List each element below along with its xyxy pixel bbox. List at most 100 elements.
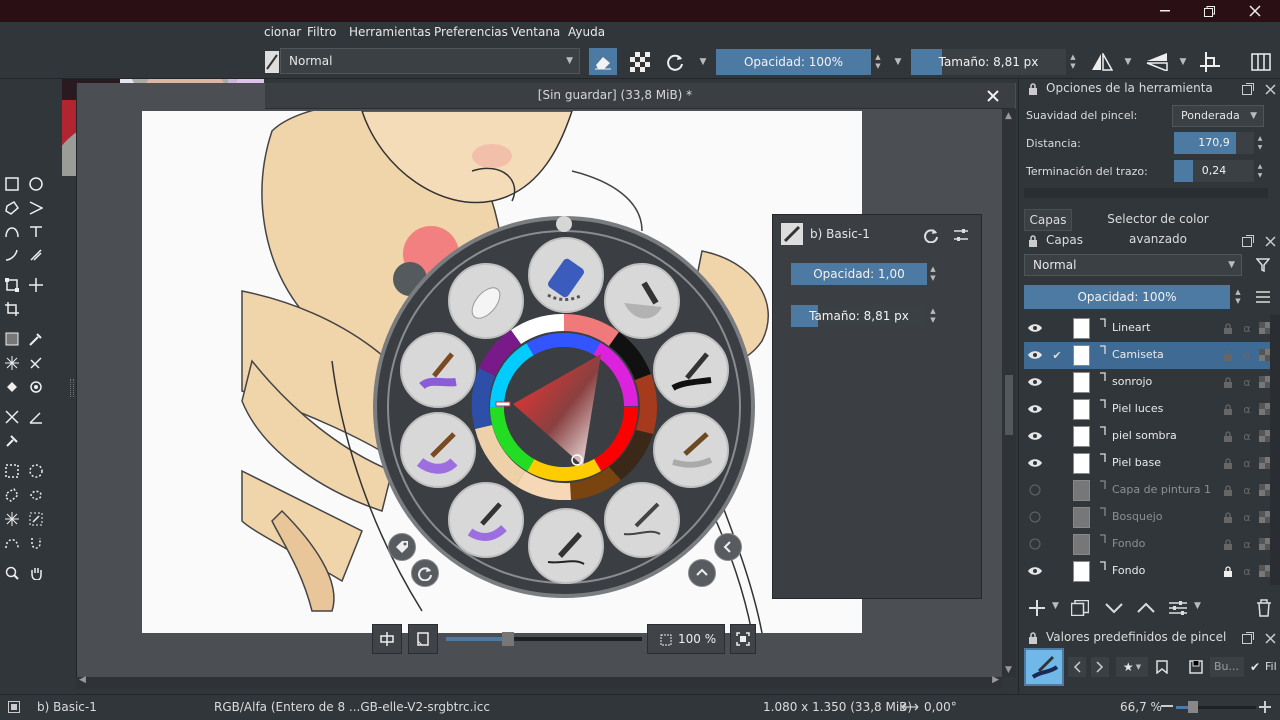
toolbox-splitter[interactable] xyxy=(70,379,74,397)
zoom-out-icon[interactable] xyxy=(1160,699,1174,715)
ellipse-tool-icon[interactable] xyxy=(26,174,46,194)
horizontal-scrollbar[interactable]: ◀ ▶ xyxy=(76,675,1002,689)
layer-lock-icon[interactable] xyxy=(1222,322,1234,334)
layer-select-checkbox[interactable] xyxy=(1050,374,1064,390)
layers-scrollbar[interactable] xyxy=(1270,315,1280,585)
visibility-eye-icon[interactable] xyxy=(1026,563,1044,579)
layer-lock-icon[interactable] xyxy=(1222,484,1234,496)
distance-spin-icon[interactable]: ▲ ▼ xyxy=(1255,132,1265,154)
presets-close-icon[interactable] xyxy=(1262,630,1278,646)
preset-favorite-icon[interactable]: ★ ▼ xyxy=(1116,657,1148,677)
rectangle-tool-icon[interactable] xyxy=(2,174,22,194)
zoom-slider[interactable] xyxy=(446,637,642,641)
preset-fountain-pen-icon[interactable] xyxy=(528,508,604,584)
preset-pencil-icon[interactable] xyxy=(653,412,729,488)
delete-layer-icon[interactable] xyxy=(1252,597,1276,619)
mirror-canvas-icon[interactable] xyxy=(372,624,402,654)
close-document-icon[interactable] xyxy=(983,87,1003,105)
layer-select-checkbox[interactable] xyxy=(1050,320,1064,336)
move-layer-down-icon[interactable] xyxy=(1102,597,1126,619)
preset-prev-icon[interactable] xyxy=(1068,657,1086,677)
layer-opacity-spin-icon[interactable]: ▲ ▼ xyxy=(1232,285,1244,309)
visibility-eye-icon[interactable] xyxy=(1026,320,1044,336)
transform-tool-icon[interactable] xyxy=(2,275,22,295)
layers-menu-icon[interactable] xyxy=(1252,287,1274,307)
zoom-tool-icon[interactable] xyxy=(2,563,22,583)
layer-select-checkbox[interactable] xyxy=(1050,401,1064,417)
size-slider[interactable]: Tamaño: 8,81 px xyxy=(911,49,1066,75)
contiguous-select-tool-icon[interactable] xyxy=(2,509,22,529)
vertical-scrollbar[interactable]: ▲ ▼ xyxy=(1002,109,1016,677)
preset-filter-checkbox[interactable]: ✔ xyxy=(1248,657,1262,677)
close-icon[interactable] xyxy=(1232,0,1278,22)
restore-icon[interactable] xyxy=(1186,0,1232,22)
layer-row[interactable]: Piel base α xyxy=(1024,450,1280,477)
tab-advanced-color-selector[interactable]: Selector de color avanzado xyxy=(1080,209,1236,246)
visibility-eye-icon[interactable] xyxy=(1026,401,1044,417)
bezier-tool-icon[interactable] xyxy=(2,221,22,241)
palette-expand-icon[interactable] xyxy=(688,559,716,587)
fill-similar-tool-icon[interactable] xyxy=(26,377,46,397)
layer-properties-icon[interactable] xyxy=(1166,597,1190,619)
hud-size-spin-icon[interactable]: ▲ ▼ xyxy=(927,305,939,327)
move-tool-icon[interactable] xyxy=(26,275,46,295)
minimize-icon[interactable] xyxy=(1142,0,1188,22)
visibility-off-icon[interactable] xyxy=(1026,482,1044,498)
alpha-lock-icon[interactable] xyxy=(626,48,654,75)
stroke-ending-slider[interactable]: 0,24 xyxy=(1174,160,1254,182)
layer-row[interactable]: Lineart α xyxy=(1024,315,1280,342)
mirror-vertical-icon[interactable] xyxy=(1145,48,1169,75)
mirror-h-dropdown-icon[interactable]: ▼ xyxy=(1121,48,1135,75)
presets-float-icon[interactable] xyxy=(1240,630,1256,646)
measure-tool-icon[interactable] xyxy=(2,407,22,427)
opacity-slider[interactable]: Opacidad: 100% xyxy=(716,49,871,75)
alpha-inherit-icon[interactable]: α xyxy=(1240,455,1254,471)
layers-lock-icon[interactable] xyxy=(1026,234,1040,248)
alpha-inherit-icon[interactable]: α xyxy=(1240,482,1254,498)
layer-lock-icon[interactable] xyxy=(1222,403,1234,415)
layers-float-icon[interactable] xyxy=(1240,233,1256,249)
hud-opacity-slider[interactable]: Opacidad: 1,00 xyxy=(791,263,927,285)
visibility-off-icon[interactable] xyxy=(1026,509,1044,525)
wrap-around-icon[interactable] xyxy=(1198,48,1222,75)
alpha-inherit-icon[interactable]: α xyxy=(1240,320,1254,336)
layer-lock-icon[interactable] xyxy=(1222,349,1234,361)
layer-blend-mode-select[interactable]: Normal ▼ xyxy=(1024,254,1242,276)
preset-next-icon[interactable] xyxy=(1091,657,1109,677)
zoom-to-fit-icon[interactable] xyxy=(730,624,756,654)
fill-tool-icon[interactable] xyxy=(2,377,22,397)
magnetic-select-tool-icon[interactable] xyxy=(26,533,46,553)
menu-tools[interactable]: Herramientas xyxy=(349,25,431,39)
add-layer-icon[interactable] xyxy=(1026,597,1048,619)
preset-save-icon[interactable] xyxy=(1186,657,1206,677)
alpha-inherit-icon[interactable]: α xyxy=(1240,536,1254,552)
visibility-eye-icon[interactable] xyxy=(1026,455,1044,471)
visibility-off-icon[interactable] xyxy=(1026,536,1044,552)
workspace-icon[interactable] xyxy=(1248,48,1274,75)
pan-tool-icon[interactable] xyxy=(26,563,46,583)
canvas-only-icon[interactable] xyxy=(408,624,438,654)
reset-rotation-icon[interactable] xyxy=(411,559,439,587)
zoom-in-icon[interactable] xyxy=(1258,699,1272,715)
layer-row[interactable]: Capa de pintura 1 α xyxy=(1024,477,1280,504)
layer-select-checkbox[interactable] xyxy=(1050,482,1064,498)
opacity-spin-icon[interactable]: ▲ ▼ xyxy=(872,49,884,75)
preset-marker-icon[interactable] xyxy=(528,237,604,313)
visibility-eye-icon[interactable] xyxy=(1026,374,1044,390)
menu-window[interactable]: Ventana xyxy=(511,25,560,39)
layer-opacity-slider[interactable]: Opacidad: 100% xyxy=(1024,285,1230,309)
menu-select[interactable]: cionar xyxy=(264,25,301,39)
layers-close-icon[interactable] xyxy=(1262,233,1278,249)
layer-row[interactable]: Fondo α xyxy=(1024,531,1280,558)
preset-bookmark-icon[interactable] xyxy=(1152,657,1172,677)
similar-select-tool-icon[interactable] xyxy=(26,509,46,529)
size-spin-icon[interactable]: ▲ ▼ xyxy=(1067,49,1079,75)
stroke-ending-spin-icon[interactable]: ▲ ▼ xyxy=(1255,160,1265,182)
layer-row[interactable]: Piel luces α xyxy=(1024,396,1280,423)
bezier-select-tool-icon[interactable] xyxy=(2,533,22,553)
brush-preset-icon[interactable] xyxy=(264,50,280,74)
layer-select-checkbox[interactable] xyxy=(1050,509,1064,525)
current-preset-thumbnail[interactable] xyxy=(1024,648,1064,686)
status-zoom-handle[interactable] xyxy=(1188,701,1198,713)
layer-lock-icon[interactable] xyxy=(1222,430,1234,442)
